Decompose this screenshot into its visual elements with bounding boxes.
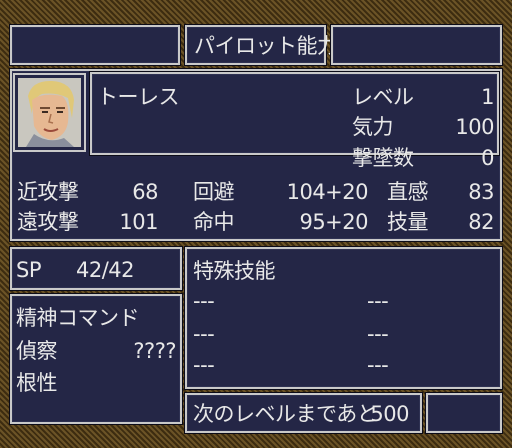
spirit-command-1-cost: ???? (133, 339, 176, 363)
spirit-command-panel: 精神コマンド 偵察 ???? 根性 (10, 294, 182, 424)
special-skills-panel: 特殊技能 --- --- --- --- --- --- (185, 247, 502, 389)
skill-slot-3: --- (193, 322, 215, 346)
kiryoku-value: 100 (455, 115, 494, 139)
title-panel: パイロット能力 (185, 25, 338, 65)
intuition-label: 直感 (387, 180, 429, 204)
skill-slot-1: --- (193, 289, 215, 313)
sp-label: SP (16, 258, 42, 282)
top-right-blank-panel (331, 25, 502, 65)
ranged-label: 遠攻撃 (17, 210, 79, 234)
intuition-value: 83 (468, 180, 494, 204)
hit-value: 95+20 (299, 210, 368, 234)
sp-panel: SP 42/42 (10, 247, 182, 290)
kiryoku-label: 気力 (352, 115, 394, 139)
skill-slot-6: --- (367, 353, 389, 377)
ranged-value: 101 (119, 210, 158, 234)
spirit-title: 精神コマンド (16, 306, 140, 330)
portrait-frame (13, 73, 86, 152)
pilot-name: トーレス (97, 85, 180, 109)
sp-value: 42/42 (76, 258, 135, 282)
skill-slot-5: --- (193, 353, 215, 377)
screen-title: パイロット能力 (194, 34, 338, 58)
skill-label: 技量 (387, 210, 429, 234)
evade-label: 回避 (193, 180, 235, 204)
level-value: 1 (481, 85, 494, 109)
melee-label: 近攻撃 (17, 180, 79, 204)
pilot-ability-screen: パイロット能力 トーレス レベル 1 気力 100 撃墜数 0 近攻撃 68 回… (0, 0, 512, 448)
pilot-portrait-icon (18, 78, 81, 147)
top-left-blank-panel (10, 25, 180, 65)
melee-value: 68 (132, 180, 158, 204)
level-label: レベル (352, 85, 414, 109)
kills-value: 0 (481, 146, 494, 170)
next-level-panel: 次のレベルまであと 500 (185, 393, 422, 433)
kills-label: 撃墜数 (352, 146, 414, 170)
spirit-command-1-name[interactable]: 偵察 (16, 339, 58, 363)
special-skills-title: 特殊技能 (193, 259, 276, 283)
bottom-right-blank-panel (426, 393, 502, 433)
hit-label: 命中 (193, 210, 235, 234)
skill-slot-4: --- (367, 322, 389, 346)
skill-slot-2: --- (367, 289, 389, 313)
spirit-command-2-name[interactable]: 根性 (16, 371, 58, 395)
skill-value: 82 (468, 210, 494, 234)
evade-value: 104+20 (286, 180, 369, 204)
next-level-value: 500 (370, 402, 409, 426)
